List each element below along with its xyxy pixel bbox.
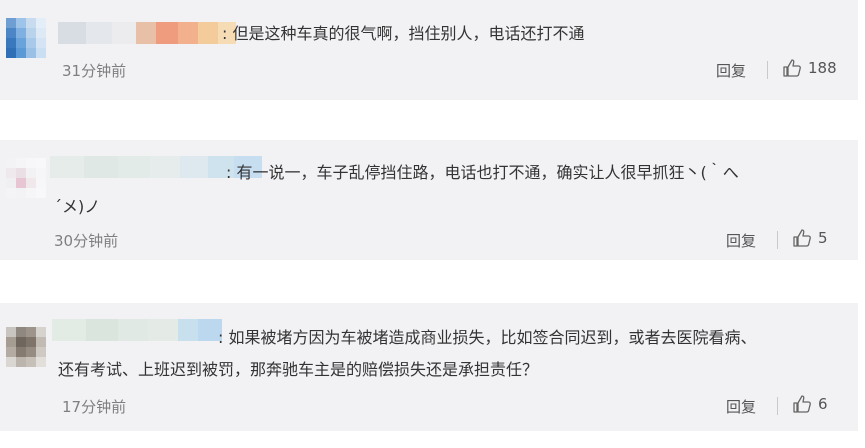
comment-time: 31分钟前: [62, 62, 127, 80]
reply-button[interactable]: 回复: [726, 396, 756, 417]
avatar[interactable]: [6, 18, 46, 58]
comment-text: : 但是这种车真的很气啊，挡住别人，电话还打不通: [222, 24, 585, 43]
username-blurred[interactable]: [58, 22, 236, 44]
avatar[interactable]: [6, 327, 46, 367]
comment-card: : 如果被堵方因为车被堵造成商业损失，比如签合同迟到，或者去医院看病、 还有考试…: [0, 303, 858, 431]
like-button[interactable]: 5: [792, 228, 828, 248]
divider: [777, 231, 778, 249]
comment-card: : 但是这种车真的很气啊，挡住别人，电话还打不通 31分钟前 回复 188: [0, 0, 858, 100]
comment-time: 17分钟前: [62, 398, 127, 416]
username-blurred[interactable]: [52, 319, 222, 341]
comment-text-continued: ´メ)ノ: [54, 197, 101, 216]
like-count: 6: [818, 395, 828, 413]
like-count: 188: [808, 59, 837, 77]
comment-text: : 有一说一，车子乱停挡住路，电话也打不通，确实让人很早抓狂丶(｀へ: [226, 163, 739, 182]
avatar[interactable]: [6, 158, 46, 198]
reply-button[interactable]: 回复: [726, 230, 756, 251]
reply-button[interactable]: 回复: [716, 60, 746, 81]
comment-time: 30分钟前: [54, 232, 119, 250]
divider: [777, 397, 778, 415]
like-button[interactable]: 6: [792, 394, 828, 414]
like-count: 5: [818, 229, 828, 247]
thumbs-up-icon: [793, 229, 811, 247]
comment-text: : 如果被堵方因为车被堵造成商业损失，比如签合同迟到，或者去医院看病、: [218, 328, 757, 347]
thumbs-up-icon: [783, 59, 801, 77]
like-button[interactable]: 188: [782, 58, 837, 78]
comment-text-continued: 还有考试、上班迟到被罚，那奔驰车主是的赔偿损失还是承担责任？: [58, 360, 539, 379]
divider: [767, 61, 768, 79]
comment-card: : 有一说一，车子乱停挡住路，电话也打不通，确实让人很早抓狂丶(｀へ ´メ)ノ …: [0, 140, 858, 260]
thumbs-up-icon: [793, 395, 811, 413]
